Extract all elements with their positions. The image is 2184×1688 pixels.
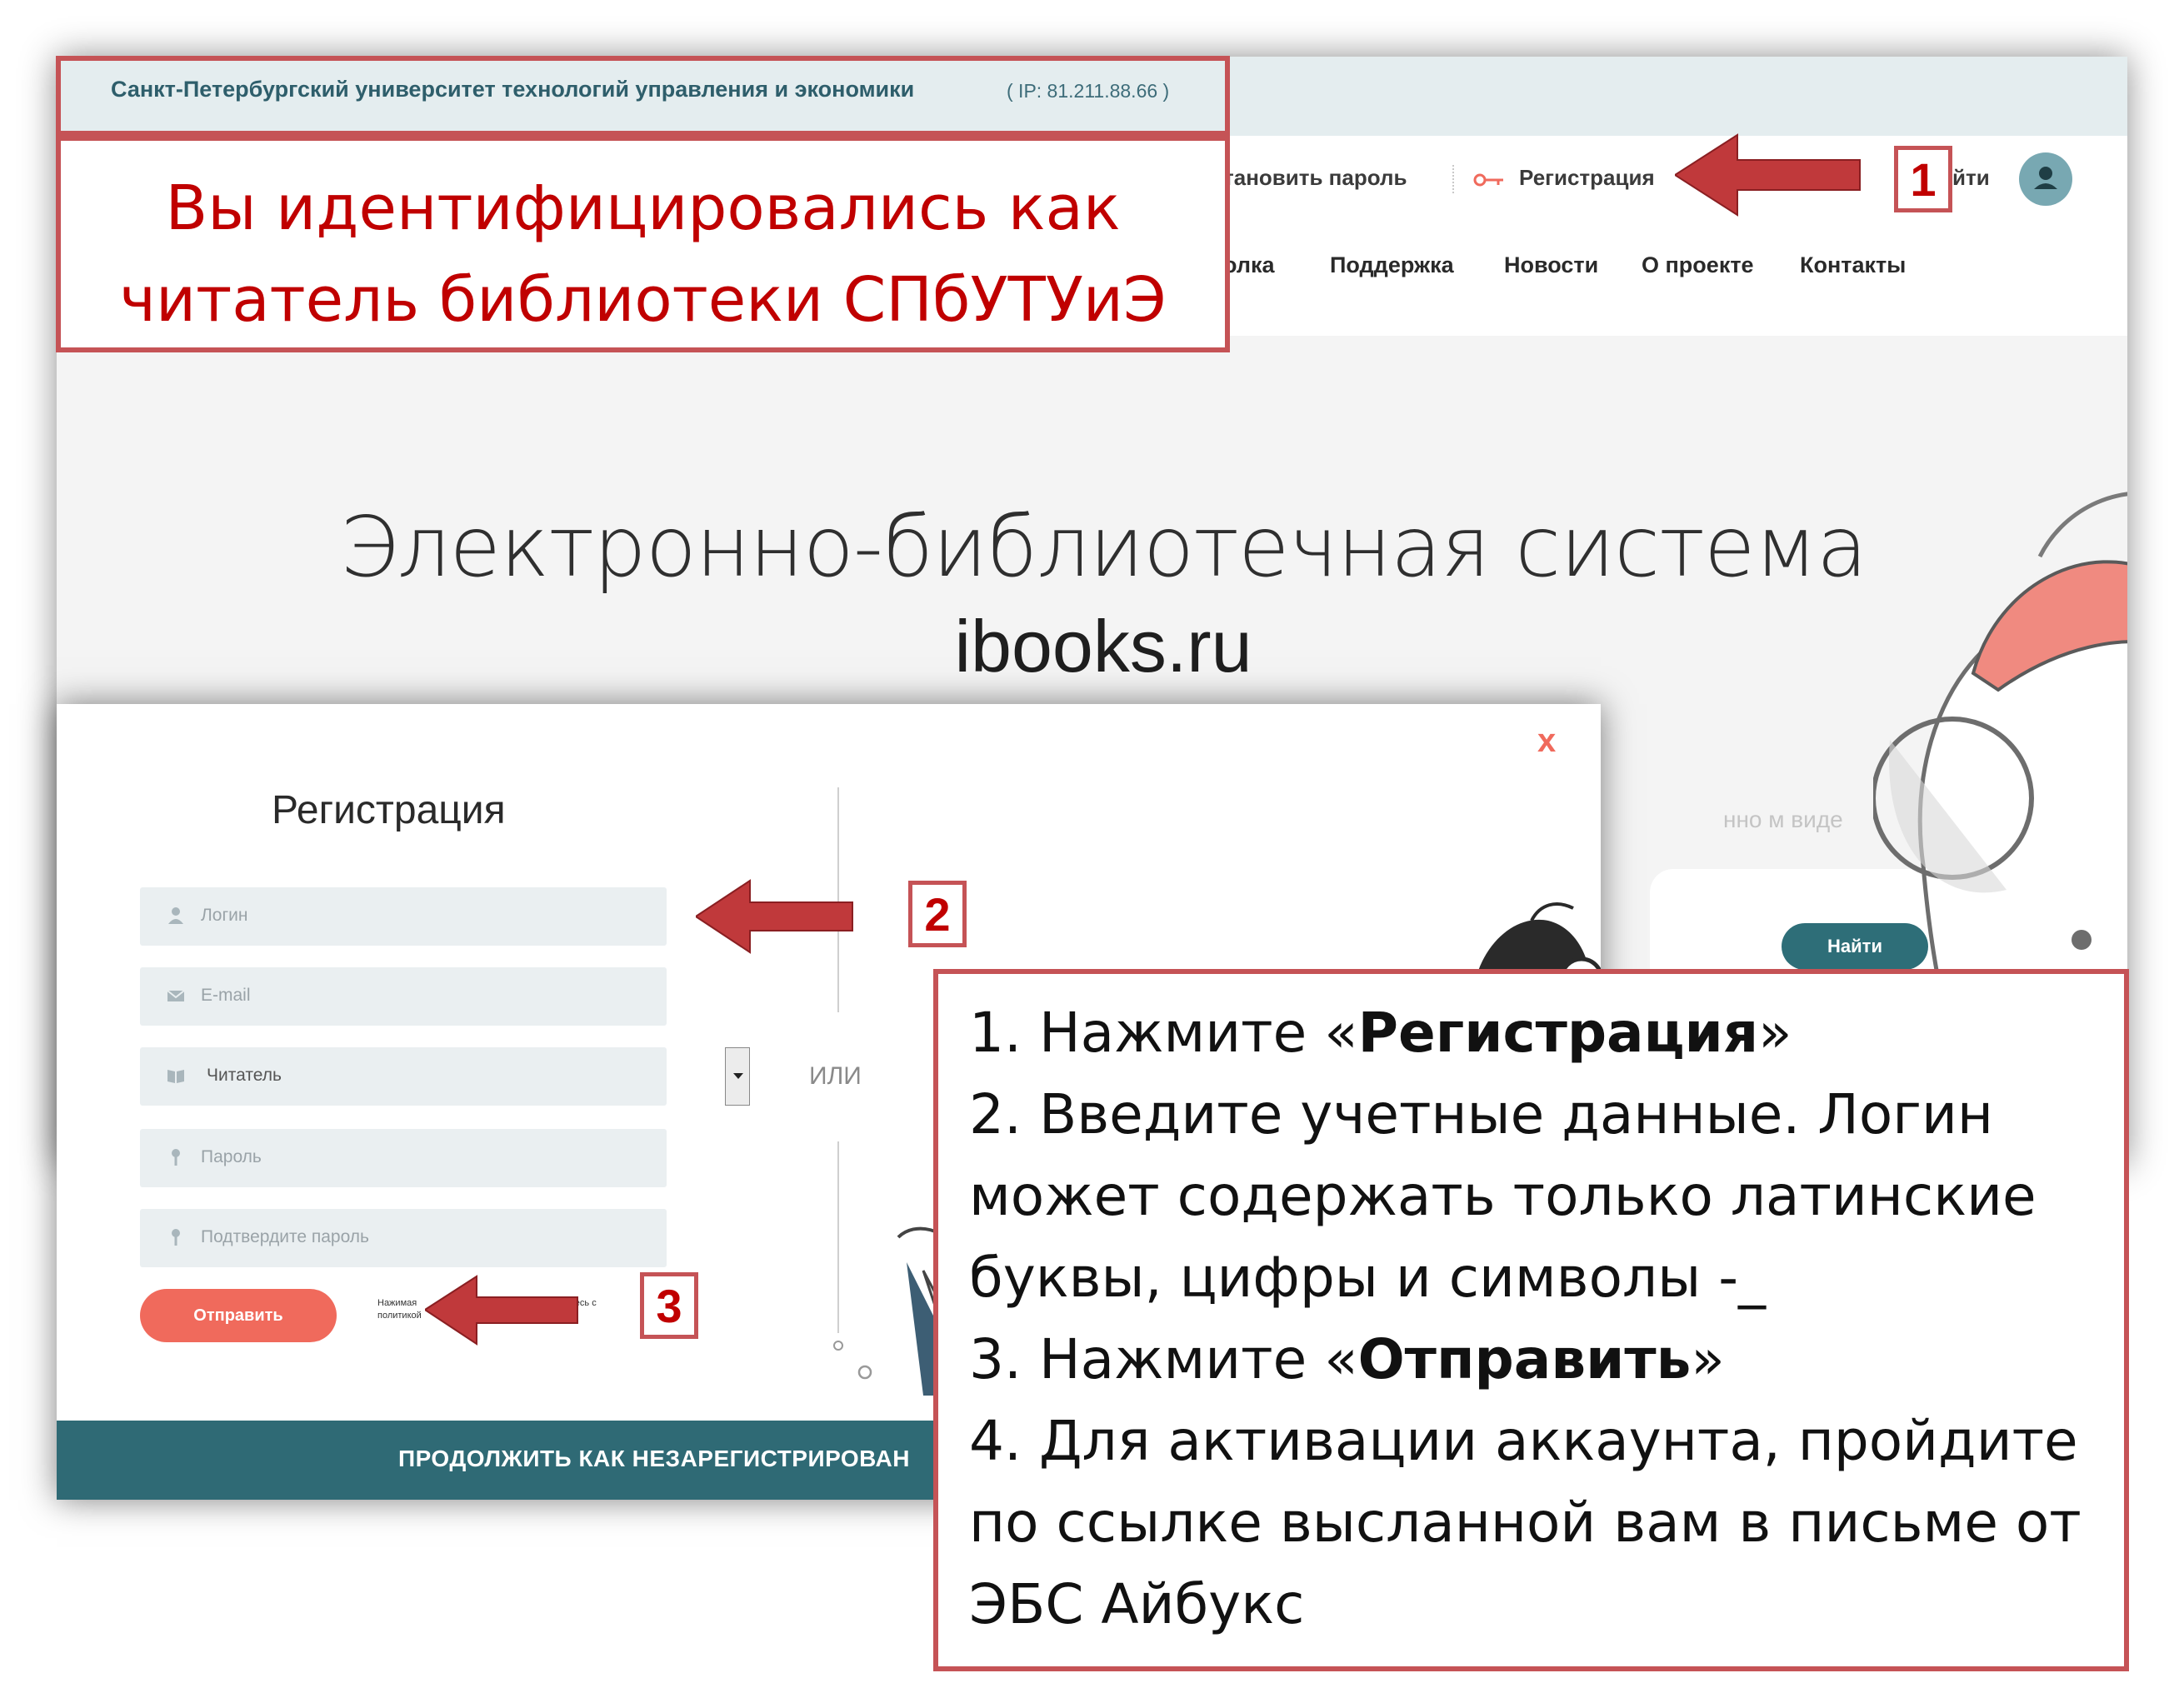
hero-brand: ibooks.ru: [954, 605, 1252, 687]
register-link[interactable]: Регистрация: [1519, 165, 1655, 191]
login-placeholder: Логин: [201, 906, 248, 925]
email-placeholder: E-mail: [201, 986, 251, 1005]
instruction-step-2: 2. Введите учетные данные. Логин может с…: [969, 1082, 2037, 1310]
user-icon: [2034, 167, 2057, 189]
hero-title: Электронно-библиотечная система: [339, 498, 1867, 596]
login-link[interactable]: йти: [1952, 165, 1990, 191]
step-number-2: 2: [908, 881, 967, 947]
nav-item-about[interactable]: О проекте: [1642, 252, 1754, 278]
step-number-3: 3: [640, 1272, 698, 1339]
mail-icon: [167, 990, 185, 1001]
instruction-1-suffix: »: [1758, 1001, 1792, 1065]
arrow-left-icon: [696, 879, 853, 954]
search-hint-text: нно м виде: [1723, 807, 1843, 832]
key-icon: [172, 1229, 180, 1246]
nav-item-shelf[interactable]: олка: [1223, 252, 1275, 278]
identified-line-2: читатель библиотеки СПбУТУиЭ: [119, 264, 1167, 336]
close-button[interactable]: x: [1537, 722, 1556, 760]
confirm-password-placeholder: Подтвердите пароль: [201, 1227, 370, 1246]
instruction-step-3: 3. Нажмите «Отправить»: [969, 1319, 2111, 1401]
instruction-step-4: 4. Для активации аккаунта, пройдите по с…: [969, 1409, 2082, 1636]
instruction-3-prefix: 3. Нажмите «: [969, 1327, 1358, 1391]
key-icon: [172, 1149, 180, 1166]
role-value: Читатель: [207, 1066, 282, 1085]
instruction-step-1: 1. Нажмите «Регистрация»: [969, 992, 2111, 1074]
header-separator: [1452, 165, 1454, 193]
password-placeholder: Пароль: [201, 1147, 262, 1166]
password-field[interactable]: Пароль: [140, 1129, 667, 1187]
submit-button[interactable]: Отправить: [140, 1289, 337, 1342]
login-field[interactable]: Логин: [140, 887, 667, 946]
email-field[interactable]: E-mail: [140, 967, 667, 1026]
role-select[interactable]: Читатель: [140, 1047, 750, 1106]
step-number-1: 1: [1894, 146, 1952, 212]
confirm-password-field[interactable]: Подтвердите пароль: [140, 1209, 667, 1267]
divider-bottom: [837, 1141, 839, 1333]
divider-dot-icon: [833, 1341, 843, 1351]
key-icon: [1473, 173, 1503, 187]
identified-text: Вы идентифицировались как читатель библи…: [61, 162, 1225, 346]
instruction-1-prefix: 1. Нажмите «: [969, 1001, 1358, 1065]
arrow-left-icon: [1675, 133, 1861, 217]
restore-password-link[interactable]: тановить пароль: [1223, 165, 1407, 191]
nav-item-support[interactable]: Поддержка: [1330, 252, 1454, 278]
or-separator: ИЛИ: [809, 1062, 862, 1090]
instruction-1-keyword: Регистрация: [1357, 1001, 1759, 1065]
modal-title: Регистрация: [272, 788, 506, 832]
instructions-text: 1. Нажмите «Регистрация» 2. Введите учет…: [969, 992, 2111, 1646]
identified-callout: Вы идентифицировались как читатель библи…: [56, 136, 1230, 352]
nav-item-contacts[interactable]: Контакты: [1800, 252, 1906, 278]
arrow-left-icon: [425, 1275, 578, 1346]
ip-highlight-box: [56, 56, 1230, 136]
user-icon: [168, 907, 183, 924]
instructions-callout: 1. Нажмите «Регистрация» 2. Введите учет…: [933, 969, 2129, 1671]
avatar[interactable]: [2019, 152, 2072, 206]
nav-item-news[interactable]: Новости: [1504, 252, 1598, 278]
instruction-3-suffix: »: [1691, 1327, 1725, 1391]
continue-unregistered-label: ПРОДОЛЖИТЬ КАК НЕЗАРЕГИСТРИРОВАН: [398, 1446, 910, 1471]
instruction-3-keyword: Отправить: [1357, 1327, 1692, 1391]
book-icon: [167, 1070, 184, 1083]
decor-circle-icon: [857, 1365, 872, 1380]
dropdown-arrow-icon[interactable]: [725, 1047, 750, 1106]
identified-line-1: Вы идентифицировались как: [165, 172, 1121, 244]
